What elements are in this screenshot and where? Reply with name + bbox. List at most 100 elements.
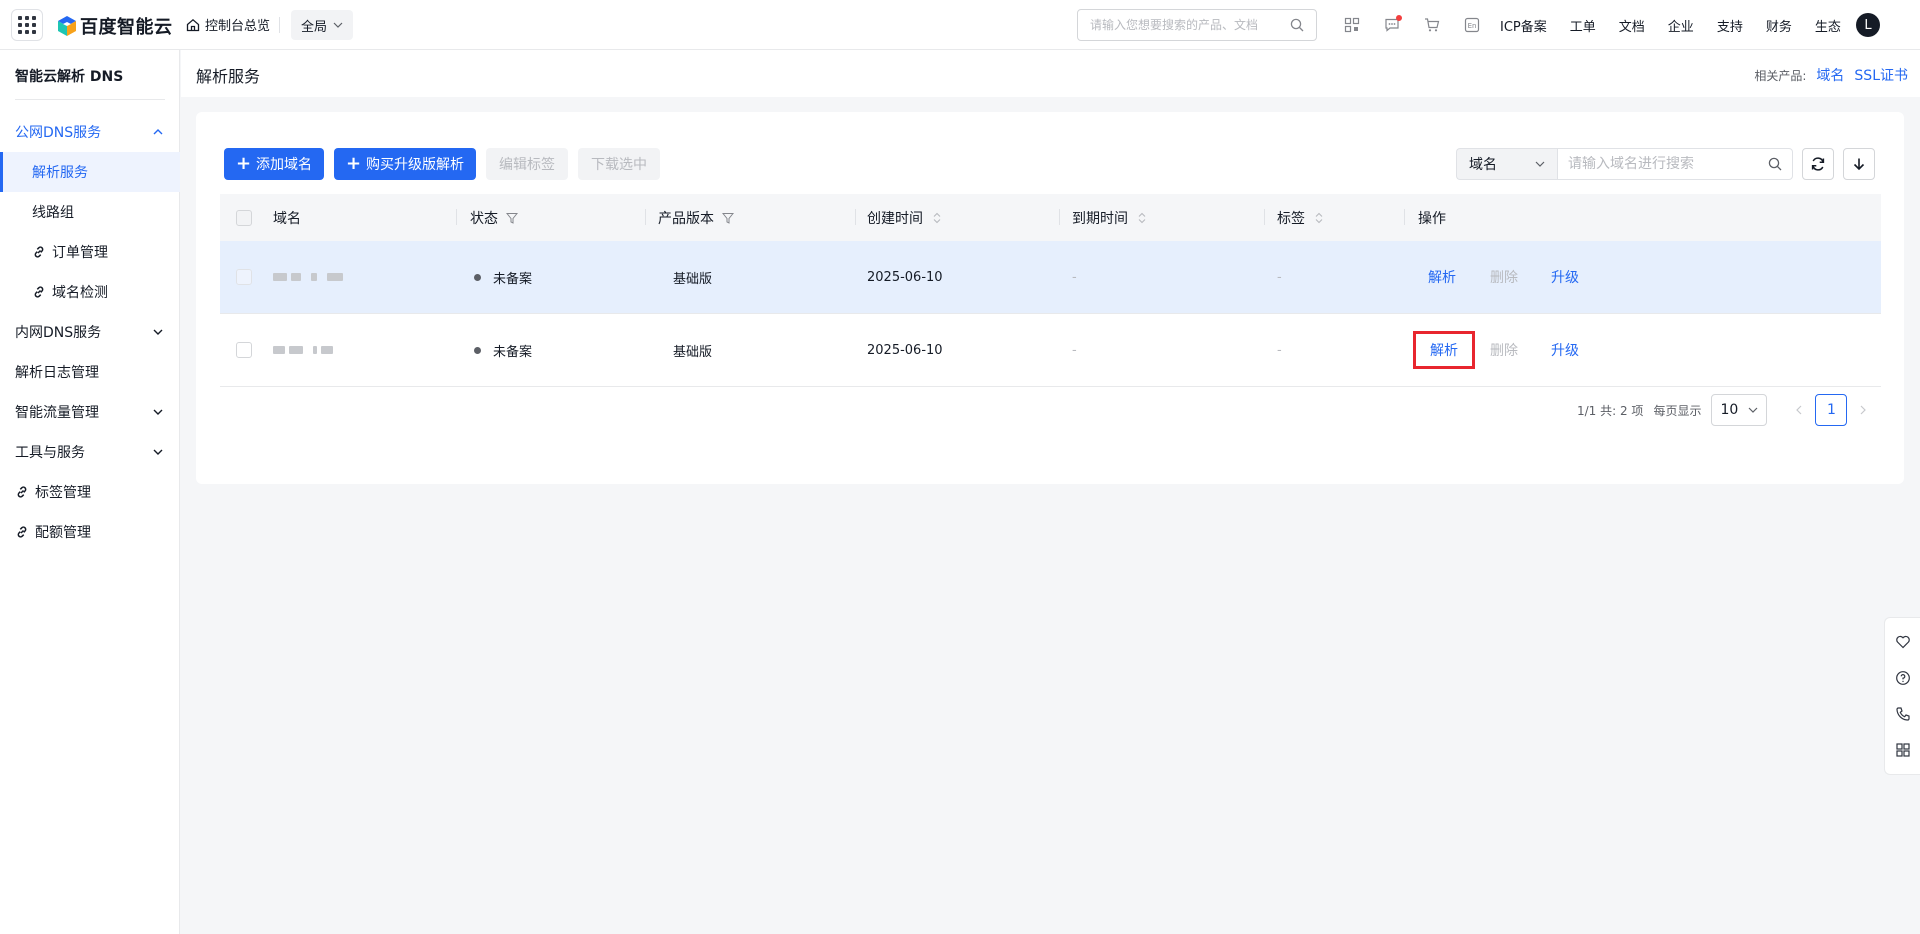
sidebar-item-label: 公网DNS服务 (15, 125, 102, 141)
page-size-value: 10 (1720, 402, 1739, 418)
link-icon (34, 286, 44, 298)
sidebar-item-label: 标签管理 (35, 485, 91, 501)
resolve-button[interactable]: 解析 (1428, 267, 1456, 287)
prev-page-button[interactable] (1783, 394, 1815, 426)
edit-tags-button[interactable]: 编辑标签 (486, 148, 568, 180)
domain-list-card: + 添加域名 + 购买升级版解析 编辑标签 下载选中 域名 域名 状态 (196, 112, 1904, 484)
page-size-select[interactable]: 10 (1711, 394, 1768, 426)
created-cell: 2025-06-10 (867, 269, 943, 285)
cart-icon[interactable] (1420, 13, 1444, 37)
next-page-button[interactable] (1847, 394, 1879, 426)
help-icon[interactable] (1893, 668, 1913, 688)
domain-search (1557, 148, 1793, 180)
upgrade-button[interactable]: 升级 (1551, 267, 1579, 287)
sidebar-item-resolution-logs[interactable]: 解析日志管理 (0, 352, 180, 392)
brand-logo[interactable]: 百度智能云 (57, 13, 173, 39)
phone-icon[interactable] (1893, 704, 1913, 724)
sidebar-item-label: 解析服务 (32, 165, 88, 181)
status-dot (474, 273, 481, 281)
column-actions: 操作 (1418, 210, 1446, 227)
top-link-support[interactable]: 支持 (1717, 16, 1743, 35)
top-link-ticket[interactable]: 工单 (1570, 16, 1596, 35)
link-icon (17, 526, 27, 538)
column-domain: 域名 (273, 210, 301, 227)
top-link-icp[interactable]: ICP备案 (1500, 16, 1547, 35)
apps-menu-button[interactable] (11, 9, 43, 41)
language-label: En (1468, 22, 1477, 30)
sort-icon[interactable] (1315, 212, 1323, 224)
top-link-ecosystem[interactable]: 生态 (1815, 16, 1841, 35)
sidebar-item-label: 解析日志管理 (15, 365, 99, 381)
sidebar-item-resolution-service[interactable]: 解析服务 (0, 152, 180, 192)
sidebar-item-tools-services[interactable]: 工具与服务 (0, 432, 180, 472)
sidebar-item-label: 内网DNS服务 (15, 325, 102, 341)
domain-search-input[interactable] (1568, 156, 1768, 172)
tags-cell: - (1277, 269, 1282, 285)
filter-icon[interactable] (506, 212, 518, 224)
buy-upgrade-button[interactable]: + 购买升级版解析 (334, 148, 476, 180)
refresh-button[interactable] (1802, 148, 1834, 180)
column-divider (645, 209, 646, 225)
sidebar-item-tag-management[interactable]: 标签管理 (0, 472, 180, 512)
row-checkbox[interactable] (236, 342, 252, 358)
feedback-icon[interactable] (1893, 632, 1913, 652)
chevron-down-icon (153, 329, 163, 335)
select-all-cell (236, 194, 252, 241)
version-cell: 基础版 (673, 344, 713, 360)
column-expires-label: 到期时间 (1072, 210, 1128, 227)
top-link-finance[interactable]: 财务 (1766, 16, 1792, 35)
delete-button[interactable]: 删除 (1490, 340, 1518, 360)
column-tags: 标签 (1277, 194, 1323, 241)
download-selected-button[interactable]: 下载选中 (578, 148, 660, 180)
filter-field-select[interactable]: 域名 (1456, 148, 1557, 180)
delete-button[interactable]: 删除 (1490, 267, 1518, 287)
select-all-checkbox[interactable] (236, 209, 252, 226)
upgrade-button[interactable]: 升级 (1551, 340, 1579, 360)
sidebar-title: 智能云解析 DNS (15, 69, 124, 85)
sort-icon[interactable] (1138, 212, 1146, 224)
add-domain-button[interactable]: + 添加域名 (224, 148, 324, 180)
global-search-input[interactable] (1090, 18, 1290, 32)
resolve-button-highlighted[interactable]: 解析 (1413, 331, 1475, 369)
column-version-label: 产品版本 (658, 210, 714, 227)
refresh-icon (1811, 157, 1825, 171)
sidebar-item-line-group[interactable]: 线路组 (0, 192, 180, 232)
console-home-link[interactable]: 控制台总览 (186, 15, 270, 34)
logo-icon (58, 16, 76, 36)
domain-name-redacted[interactable] (273, 241, 343, 313)
page-number-button[interactable]: 1 (1815, 394, 1848, 426)
search-icon[interactable] (1290, 18, 1304, 32)
related-link-ssl[interactable]: SSL证书 (1854, 65, 1908, 85)
pagination: 1/1 共: 2 项 每页显示 10 1 (1577, 394, 1879, 426)
qrcode-icon[interactable] (1340, 13, 1364, 37)
search-icon[interactable] (1768, 157, 1782, 171)
sidebar-item-quota-management[interactable]: 配额管理 (0, 512, 180, 552)
domain-name-redacted[interactable] (273, 314, 333, 386)
language-icon[interactable]: En (1460, 13, 1484, 37)
top-link-docs[interactable]: 文档 (1619, 16, 1645, 35)
sidebar-item-orders[interactable]: 订单管理 (0, 232, 180, 272)
sidebar-item-label: 工具与服务 (15, 445, 85, 461)
message-icon[interactable] (1380, 13, 1404, 37)
sidebar-item-public-dns[interactable]: 公网DNS服务 (0, 112, 180, 152)
sort-icon[interactable] (933, 212, 941, 224)
sidebar-item-private-dns[interactable]: 内网DNS服务 (0, 312, 180, 352)
user-avatar[interactable]: L (1856, 13, 1880, 37)
region-scope-select[interactable]: 全局 (291, 10, 354, 40)
table-row: 未备案 基础版 2025-06-10 - - 解析 删除 升级 (220, 241, 1881, 314)
column-created-label: 创建时间 (867, 210, 923, 227)
download-button[interactable] (1843, 148, 1875, 180)
sidebar-item-domain-check[interactable]: 域名检测 (0, 272, 180, 312)
related-link-domain[interactable]: 域名 (1816, 65, 1844, 85)
apps-grid-icon[interactable] (1893, 740, 1913, 760)
table-header: 域名 状态 产品版本 创建时间 到期时间 标签 操作 (220, 194, 1881, 241)
filter-icon[interactable] (722, 212, 734, 224)
chevron-left-icon (1796, 405, 1802, 415)
brand-name: 百度智能云 (80, 17, 173, 38)
home-icon (186, 18, 200, 31)
chevron-up-icon (153, 129, 163, 135)
sidebar-item-traffic-management[interactable]: 智能流量管理 (0, 392, 180, 432)
top-link-enterprise[interactable]: 企业 (1668, 16, 1694, 35)
row-checkbox[interactable] (236, 269, 252, 285)
expires-cell: - (1072, 342, 1077, 358)
